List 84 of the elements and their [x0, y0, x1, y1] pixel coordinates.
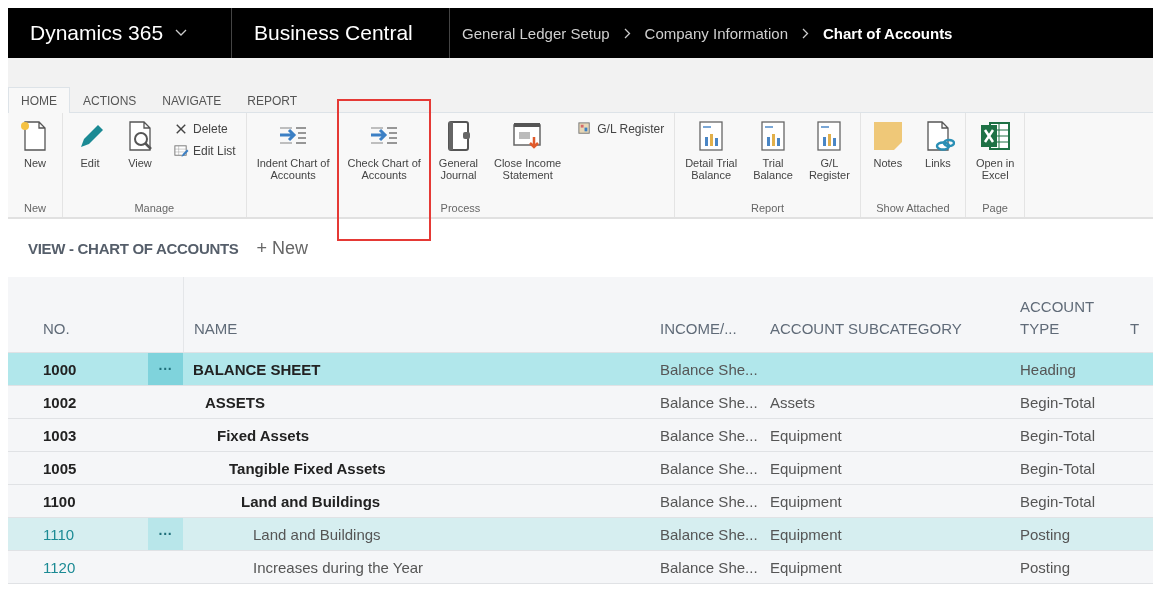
spreadsheet-icon — [978, 119, 1013, 153]
group-label: New — [23, 202, 47, 216]
table-cell-text: Begin-Total — [1020, 459, 1097, 477]
group-label: Report — [750, 202, 786, 216]
ribbon-button[interactable]: Detail Trial Balance — [677, 115, 746, 185]
ribbon-tab[interactable]: ACTIONS — [70, 87, 150, 113]
ribbon-button[interactable]: G/L Register — [800, 115, 858, 185]
breadcrumb-link[interactable]: General Ledger Setup — [462, 24, 610, 42]
new-action[interactable]: + New — [256, 237, 309, 259]
group-label: Page — [981, 202, 1009, 216]
ribbon-tab[interactable]: NAVIGATE — [149, 87, 235, 113]
ribbon-button[interactable]: Links — [912, 115, 963, 173]
table-row[interactable]: 1003 Fixed Assets Balance She... Equipment Begin-Total — [8, 419, 1153, 452]
group-label: Show Attached — [875, 202, 951, 216]
table-cell-text: Begin-Total — [1020, 393, 1097, 411]
table-cell-text: Equipment — [770, 525, 843, 543]
ribbon-small-button[interactable]: G/L Register — [569, 121, 673, 137]
row-menu-button[interactable]: ··· — [148, 518, 183, 550]
account-name: Land and Buildings — [240, 492, 382, 510]
ribbon-button[interactable]: Open in Excel — [967, 115, 1023, 185]
group-label: Process — [439, 202, 482, 216]
column-header: ACCOUNT SUBCATEGORY — [770, 319, 963, 339]
table-cell-text: Balance She... — [660, 393, 759, 411]
chevron-right-icon — [623, 27, 631, 39]
table-cell-text: Balance She... — [660, 459, 759, 477]
table-cell-text: Balance She... — [660, 426, 759, 444]
column-header: NAME — [183, 277, 660, 352]
table-cell-text: Equipment — [770, 459, 843, 477]
table-row[interactable]: 1110 ··· Land and Buildings Balance She... Equipment Posting — [8, 518, 1153, 551]
account-name: ASSETS — [204, 393, 266, 411]
ribbon-button[interactable]: Edit — [65, 115, 115, 173]
app-name: Business Central — [254, 21, 413, 45]
table-cell-text: Balance She... — [660, 525, 759, 543]
account-name: Increases during the Year — [252, 558, 425, 576]
account-name: Tangible Fixed Assets — [228, 459, 387, 477]
account-name: BALANCE SHEET — [192, 360, 322, 378]
ribbon-small-button[interactable]: Edit List — [165, 143, 244, 159]
ribbon-button[interactable]: Check Chart of Accounts — [339, 115, 429, 185]
table-edit-icon — [173, 143, 189, 159]
ribbon-tab[interactable]: REPORT — [234, 87, 311, 113]
ribbon-button[interactable]: Indent Chart of Accounts — [248, 115, 338, 185]
account-number[interactable]: 1003 — [8, 426, 148, 444]
table-cell-text: Posting — [1020, 558, 1072, 576]
group-label: Manage — [133, 202, 176, 216]
table-cell-text: Assets — [770, 393, 816, 411]
table-cell-text: Balance She... — [660, 492, 759, 510]
table-row[interactable]: 1000 ··· BALANCE SHEET Balance She... Heading — [8, 353, 1153, 386]
ribbon-button[interactable]: General Journal — [430, 115, 486, 185]
table-cell-text: Equipment — [770, 426, 843, 444]
ribbon-button[interactable]: Notes — [862, 115, 913, 173]
account-name: Land and Buildings — [252, 525, 382, 543]
table-cell-text: Heading — [1020, 360, 1077, 378]
ribbon-button[interactable]: Close Income Statement — [486, 115, 570, 185]
column-header: ACCOUNT TYPE — [1020, 297, 1095, 339]
table-cell-text: Begin-Total — [1020, 492, 1097, 510]
chevron-down-icon[interactable] — [175, 29, 188, 37]
breadcrumb-link[interactable]: Chart of Accounts — [823, 24, 953, 42]
table-cell-text: Posting — [1020, 525, 1072, 543]
table-cell-text: Balance She... — [660, 558, 759, 576]
account-name: Fixed Assets — [216, 426, 310, 444]
chevron-right-icon — [802, 27, 809, 39]
account-number[interactable]: 1100 — [8, 492, 148, 510]
ribbon-button[interactable]: View — [115, 115, 165, 173]
column-header: INCOME/... — [660, 319, 738, 339]
column-header: T — [1130, 319, 1141, 339]
table-cell-text: Balance She... — [660, 360, 759, 378]
account-number[interactable]: 1005 — [8, 459, 148, 477]
ribbon-small-button[interactable]: Delete — [165, 121, 244, 137]
ribbon-button[interactable]: New — [10, 115, 60, 173]
account-number[interactable]: 1120 — [8, 558, 148, 576]
table-row[interactable]: 1120 Increases during the Year Balance She... Equipment Posting — [8, 551, 1153, 584]
ribbon-button[interactable]: Trial Balance — [745, 115, 801, 185]
column-header: NO. — [42, 319, 71, 339]
breadcrumb-link[interactable]: Company Information — [644, 24, 788, 42]
table-cell-text: Equipment — [770, 492, 843, 510]
table-row[interactable]: 1005 Tangible Fixed Assets Balance She... Equipment Begin-Total — [8, 452, 1153, 485]
table-cell-text: Equipment — [770, 558, 843, 576]
account-number[interactable]: 1000 — [8, 360, 148, 378]
view-title: VIEW - CHART OF ACCOUNTS — [28, 239, 239, 257]
account-number[interactable]: 1002 — [8, 393, 148, 411]
product-name: Dynamics 365 — [30, 21, 164, 45]
table-row[interactable]: 1002 ASSETS Balance She... Assets Begin-Total — [8, 386, 1153, 419]
table-cell-text: Begin-Total — [1020, 426, 1097, 444]
ribbon-tab[interactable]: HOME — [8, 87, 70, 113]
